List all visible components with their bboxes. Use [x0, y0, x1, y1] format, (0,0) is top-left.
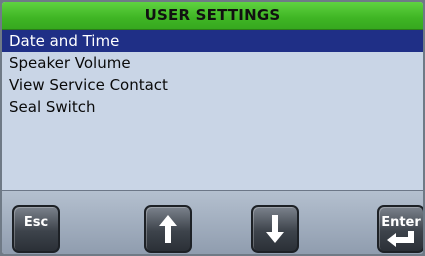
arrow-down-icon — [265, 214, 285, 244]
esc-label: Esc — [23, 215, 49, 230]
enter-label: Enter — [381, 214, 421, 230]
up-button[interactable] — [144, 205, 192, 253]
menu-item-view-service-contact[interactable]: View Service Contact — [2, 74, 423, 96]
softkey-bar: Esc Enter — [2, 190, 423, 254]
menu-item-speaker-volume[interactable]: Speaker Volume — [2, 52, 423, 74]
menu-item-seal-switch[interactable]: Seal Switch — [2, 96, 423, 118]
page-title: USER SETTINGS — [2, 2, 423, 30]
settings-menu: Date and Time Speaker Volume View Servic… — [2, 30, 423, 190]
menu-item-date-and-time[interactable]: Date and Time — [2, 30, 423, 52]
enter-button[interactable]: Enter — [377, 205, 423, 253]
enter-return-icon — [386, 230, 416, 248]
arrow-up-icon — [158, 214, 178, 244]
device-screen: USER SETTINGS Date and Time Speaker Volu… — [2, 2, 423, 254]
down-button[interactable] — [251, 205, 299, 253]
esc-button[interactable]: Esc — [12, 205, 60, 253]
